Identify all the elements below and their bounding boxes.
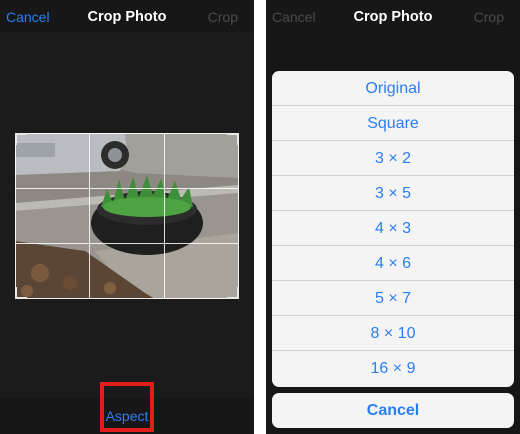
crop-photo-screen: Cancel Crop Photo Crop Aspect xyxy=(0,0,254,434)
crop-grid-overlay xyxy=(15,133,239,299)
crop-handle-bottom-right[interactable] xyxy=(227,287,239,299)
aspect-option-3x5[interactable]: 3 × 5 xyxy=(272,176,514,211)
aspect-option-3x2[interactable]: 3 × 2 xyxy=(272,141,514,176)
aspect-option-5x7[interactable]: 5 × 7 xyxy=(272,281,514,316)
aspect-option-16x9[interactable]: 16 × 9 xyxy=(272,351,514,386)
crop-button[interactable]: Crop xyxy=(208,9,238,25)
aspect-button[interactable]: Aspect xyxy=(0,408,254,424)
aspect-option-4x6[interactable]: 4 × 6 xyxy=(272,246,514,281)
aspect-option-8x10[interactable]: 8 × 10 xyxy=(272,316,514,351)
aspect-option-square[interactable]: Square xyxy=(272,106,514,141)
navigation-bar: Cancel Crop Photo Crop xyxy=(266,0,520,32)
aspect-picker-screen: Cancel Crop Photo Crop Original Square 3… xyxy=(266,0,520,434)
sheet-cancel-button[interactable]: Cancel xyxy=(272,393,514,428)
navigation-bar: Cancel Crop Photo Crop xyxy=(0,0,254,32)
crop-handle-top-right[interactable] xyxy=(227,133,239,145)
crop-handle-bottom-left[interactable] xyxy=(15,287,27,299)
bottom-toolbar: Aspect xyxy=(0,382,254,434)
aspect-option-original[interactable]: Original xyxy=(272,71,514,106)
photo-preview[interactable] xyxy=(15,133,239,299)
highlight-box xyxy=(100,382,154,432)
crop-handle-top-left[interactable] xyxy=(15,133,27,145)
aspect-option-4x3[interactable]: 4 × 3 xyxy=(272,211,514,246)
crop-button: Crop xyxy=(473,9,504,25)
crop-frame xyxy=(15,133,239,299)
aspect-action-sheet: Original Square 3 × 2 3 × 5 4 × 3 4 × 6 … xyxy=(272,71,514,387)
